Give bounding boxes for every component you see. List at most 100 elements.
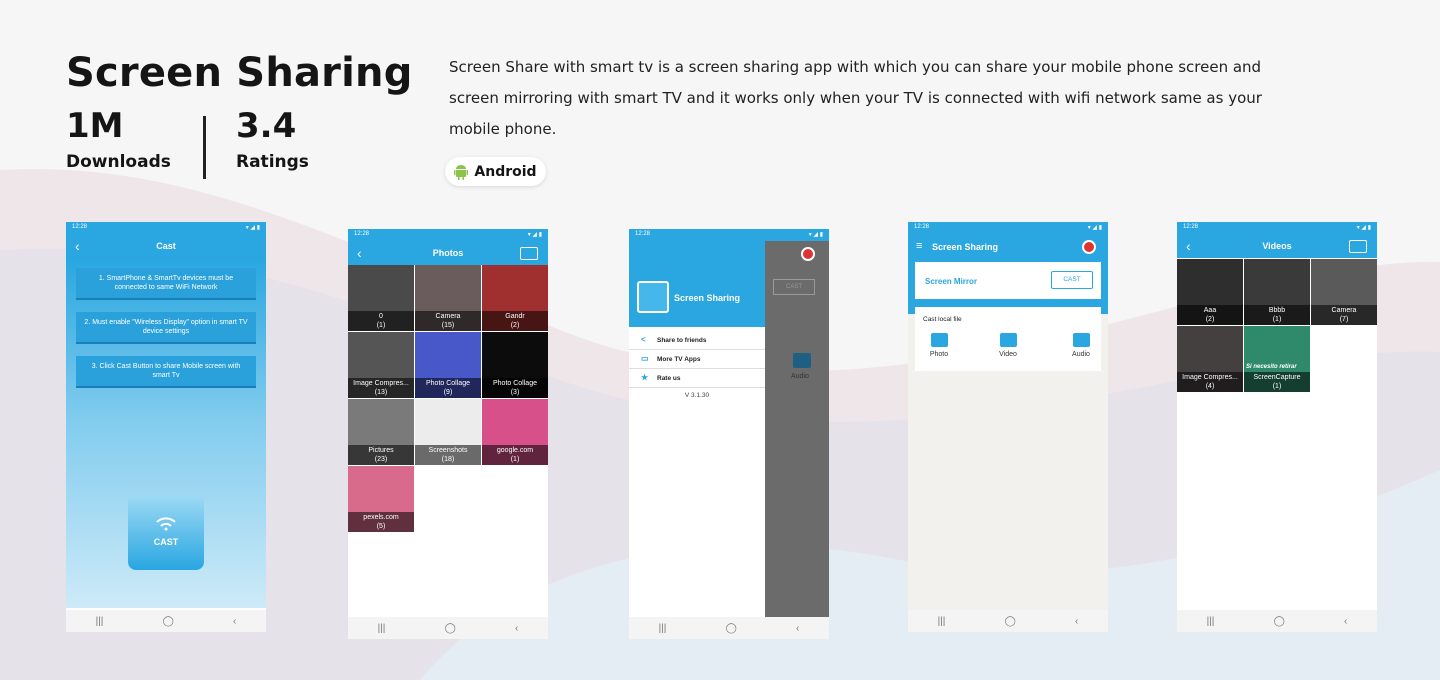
album-caption: Image Compres... (4)	[1177, 372, 1243, 392]
album-count: (1)	[1272, 383, 1282, 390]
album-count: (1)	[1272, 316, 1282, 323]
back-icon[interactable]: ‹	[515, 623, 518, 634]
cast-button-dimmed: CAST	[773, 279, 815, 295]
back-arrow-icon[interactable]: ‹	[75, 238, 80, 254]
screen-title: Videos	[1262, 241, 1292, 251]
app-version: V 3.1.30	[684, 392, 710, 399]
app-bar: ‹ Videos	[1177, 234, 1377, 258]
cast-icon[interactable]	[520, 247, 538, 260]
album-name: Aaa	[1203, 307, 1217, 314]
screen-title: Photos	[432, 248, 464, 258]
phone-screen-cast: 12:28 ▾ ◢ ▮ ‹ Cast 1. SmartPhone & SmartT…	[66, 222, 266, 632]
album-tile[interactable]: google.com (1)	[482, 399, 548, 465]
drawer-item-label: More TV Apps	[657, 355, 701, 363]
album-count: (4)	[1205, 383, 1215, 390]
album-caption: 0 (1)	[348, 311, 414, 331]
home-icon[interactable]: ◯	[445, 623, 456, 634]
photo-folder-icon	[930, 333, 948, 347]
status-bar: 12:28 ▾ ◢ ▮	[66, 222, 266, 234]
album-tile[interactable]: Screenshots (18)	[415, 399, 481, 465]
album-tile[interactable]: Photo Collage (9)	[415, 332, 481, 398]
android-platform-badge[interactable]: Android	[445, 157, 546, 186]
back-icon[interactable]: ‹	[233, 616, 236, 627]
recents-icon[interactable]: |||	[96, 616, 104, 627]
recents-icon[interactable]: |||	[659, 623, 667, 634]
app-description: Screen Share with smart tv is a screen s…	[449, 58, 1262, 138]
album-count: (9)	[443, 389, 453, 396]
video-album-grid: Aaa (2) Bbbb (1) Camera (7) Image Compres... (4…	[1177, 259, 1377, 392]
album-name: Image Compres...	[353, 380, 409, 387]
drawer-item-more-apps[interactable]: ▭ More TV Apps	[629, 350, 765, 369]
menu-icon[interactable]: ≡	[916, 240, 922, 252]
album-name: Pictures	[368, 447, 394, 454]
album-tile[interactable]: pexels.com (5)	[348, 466, 414, 532]
audio-folder-icon	[793, 353, 811, 368]
screen-mirror-card: Screen Mirror CAST	[915, 262, 1101, 299]
album-name: ScreenCapture	[1253, 374, 1301, 381]
instruction-step-3: 3. Click Cast Button to share Mobile scr…	[76, 356, 256, 388]
cast-icon[interactable]	[1349, 240, 1367, 253]
app-bar: ‹ Photos	[348, 241, 548, 265]
page-title: Screen Sharing	[66, 50, 413, 96]
system-nav-bar: ||| ◯ ‹	[66, 610, 266, 632]
album-caption: Camera (15)	[415, 311, 481, 331]
album-name: Camera	[435, 313, 461, 320]
screen-title: Screen Sharing	[932, 242, 999, 252]
album-caption: Photo Collage (9)	[415, 378, 481, 398]
album-caption: pexels.com (5)	[348, 512, 414, 532]
recents-icon[interactable]: |||	[938, 616, 946, 627]
cast-button[interactable]: CAST	[1051, 271, 1093, 289]
album-tile[interactable]: Image Compres... (13)	[348, 332, 414, 398]
back-icon[interactable]: ‹	[1344, 616, 1347, 627]
back-arrow-icon[interactable]: ‹	[1186, 238, 1191, 254]
status-bar: 12:28 ▾ ◢ ▮	[908, 222, 1108, 234]
back-icon[interactable]: ‹	[796, 623, 799, 634]
album-tile[interactable]: Camera (7)	[1311, 259, 1377, 325]
back-arrow-icon[interactable]: ‹	[357, 245, 362, 261]
album-count: (3)	[510, 389, 520, 396]
album-tile[interactable]: Si necesito retirar ScreenCapture (1)	[1244, 326, 1310, 392]
album-caption: Camera (7)	[1311, 305, 1377, 325]
video-option[interactable]: Video	[988, 333, 1028, 358]
drawer-item-rate[interactable]: ★ Rate us	[629, 369, 765, 388]
cast-local-file-card: Cast local file Photo Video Audio	[915, 307, 1101, 371]
platform-label: Android	[474, 163, 537, 180]
album-tile[interactable]: Camera (15)	[415, 265, 481, 331]
dimmed-background[interactable]: CAST Audio	[765, 241, 829, 617]
album-caption: ScreenCapture (1)	[1244, 372, 1310, 392]
phone-screen-videos: 12:28 ▾ ◢ ▮ ‹ Videos Aaa (2) Bbbb (1) Camera (…	[1177, 222, 1377, 632]
no-connection-icon[interactable]	[1082, 240, 1096, 254]
app-bar: ‹ Cast	[66, 234, 266, 258]
album-tile[interactable]: 0 (1)	[348, 265, 414, 331]
album-tile[interactable]: Bbbb (1)	[1244, 259, 1310, 325]
album-count: (5)	[376, 523, 386, 530]
downloads-count: 1M	[66, 106, 124, 146]
album-caption: Pictures (23)	[348, 445, 414, 465]
back-icon[interactable]: ‹	[1075, 616, 1078, 627]
album-name: 0	[379, 313, 383, 320]
drawer-item-share[interactable]: < Share to friends	[629, 331, 765, 350]
cast-local-label: Cast local file	[923, 316, 962, 323]
photo-option[interactable]: Photo	[919, 333, 959, 358]
album-count: (13)	[374, 389, 388, 396]
system-nav-bar: ||| ◯ ‹	[348, 617, 548, 639]
album-tile[interactable]: Photo Collage (3)	[482, 332, 548, 398]
album-tile[interactable]: Pictures (23)	[348, 399, 414, 465]
audio-option[interactable]: Audio	[1061, 333, 1101, 358]
ratings-label: Ratings	[236, 152, 309, 172]
home-icon[interactable]: ◯	[1005, 616, 1016, 627]
recents-icon[interactable]: |||	[1207, 616, 1215, 627]
home-icon[interactable]: ◯	[1274, 616, 1285, 627]
album-tile[interactable]: Image Compres... (4)	[1177, 326, 1243, 392]
album-name: Screenshots	[428, 447, 468, 454]
home-icon[interactable]: ◯	[726, 623, 737, 634]
album-tile[interactable]: Gandr (2)	[482, 265, 548, 331]
album-name: pexels.com	[363, 514, 399, 521]
album-tile[interactable]: Aaa (2)	[1177, 259, 1243, 325]
phone-screen-photos: 12:28 ▾ ◢ ▮ ‹ Photos 0 (1) Camera (15) Gandr(…	[348, 229, 548, 639]
wifi-icon	[156, 517, 176, 531]
cast-button[interactable]: CAST	[128, 494, 204, 570]
home-icon[interactable]: ◯	[163, 616, 174, 627]
instruction-step-1: 1. SmartPhone & SmartTv devices must be …	[76, 268, 256, 300]
recents-icon[interactable]: |||	[378, 623, 386, 634]
